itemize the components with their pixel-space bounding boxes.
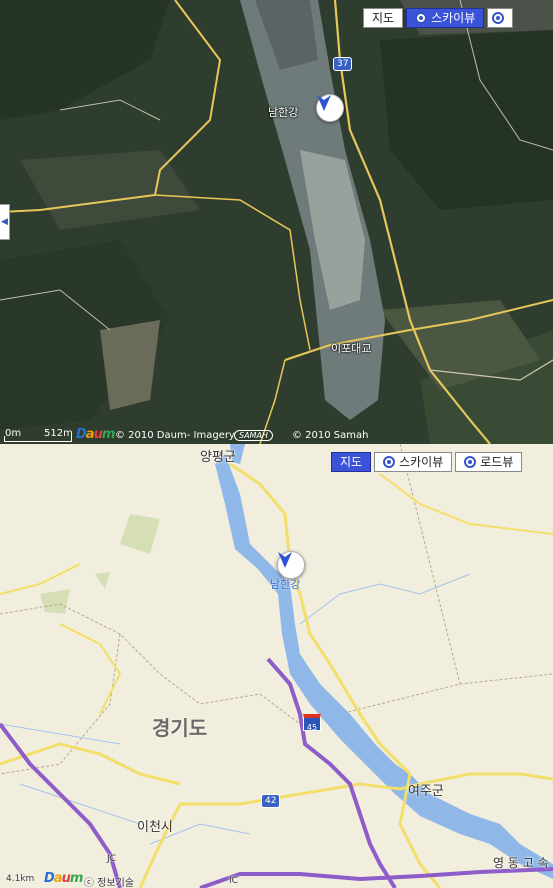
roadview-icon (464, 456, 477, 468)
map-copyright: ⓒ 정보기술 (84, 878, 134, 888)
satellite-maptype-control: 지도 스카이뷰 (363, 8, 514, 28)
daum-logo[interactable]: Daum (76, 427, 115, 442)
satellite-map[interactable]: ◀ 지도 스카이뷰 37 남한강 이포대교 0m 512m Daum © 201… (0, 0, 553, 444)
scale-value: 4.1km (6, 874, 35, 884)
skyview-label: 스카이뷰 (399, 455, 444, 469)
map-maptype-control: 지도 스카이뷰 로드뷰 (331, 452, 523, 472)
map-view-button[interactable]: 지도 (331, 452, 372, 472)
street-map[interactable]: 지도 스카이뷰 로드뷰 양평군 남한강 경기도 45 42 여주군 이천시 영 … (0, 444, 553, 888)
satellite-imagery (0, 0, 553, 444)
samah-logo: SAMAH (234, 430, 273, 441)
location-pin-icon (278, 552, 292, 568)
location-pin-icon (317, 95, 331, 111)
daum-logo[interactable]: Daum (44, 871, 83, 886)
ic-label: IC (229, 876, 238, 886)
map-view-button[interactable]: 지도 (363, 8, 404, 28)
skyview-button[interactable]: 스카이뷰 (374, 452, 453, 472)
yangpyeong-label: 양평군 (200, 450, 236, 465)
skyview-icon (415, 12, 428, 24)
skyview-icon (383, 456, 396, 468)
scale-value: 512m (44, 428, 73, 439)
route-37-badge: 37 (333, 57, 353, 71)
yeoju-label: 여주군 (408, 784, 444, 799)
roadview-button[interactable] (487, 8, 514, 28)
river-label: 남한강 (270, 578, 301, 591)
roadview-icon (492, 12, 505, 24)
skyview-label: 스카이뷰 (431, 11, 476, 25)
bridge-label: 이포대교 (331, 342, 372, 355)
location-marker[interactable] (316, 94, 344, 122)
gyeonggi-label: 경기도 (152, 716, 208, 740)
roadview-button[interactable]: 로드뷰 (455, 452, 523, 472)
highway-45-badge: 45 (303, 714, 321, 732)
jc-label: JC (107, 854, 116, 864)
skyview-button[interactable]: 스카이뷰 (406, 8, 485, 28)
expressway-label: 영 동 고 속 (493, 856, 549, 870)
map-graphics (0, 444, 553, 888)
river-label: 남한강 (268, 106, 299, 119)
roadview-label: 로드뷰 (480, 455, 514, 469)
route-42-badge: 42 (261, 794, 281, 808)
location-marker[interactable] (277, 551, 305, 579)
samah-copyright: © 2010 Samah (292, 430, 369, 441)
pan-left-button[interactable]: ◀ (0, 204, 10, 240)
icheon-label: 이천시 (137, 820, 173, 835)
imagery-copyright: © 2010 Daum- Imagery (115, 430, 235, 441)
